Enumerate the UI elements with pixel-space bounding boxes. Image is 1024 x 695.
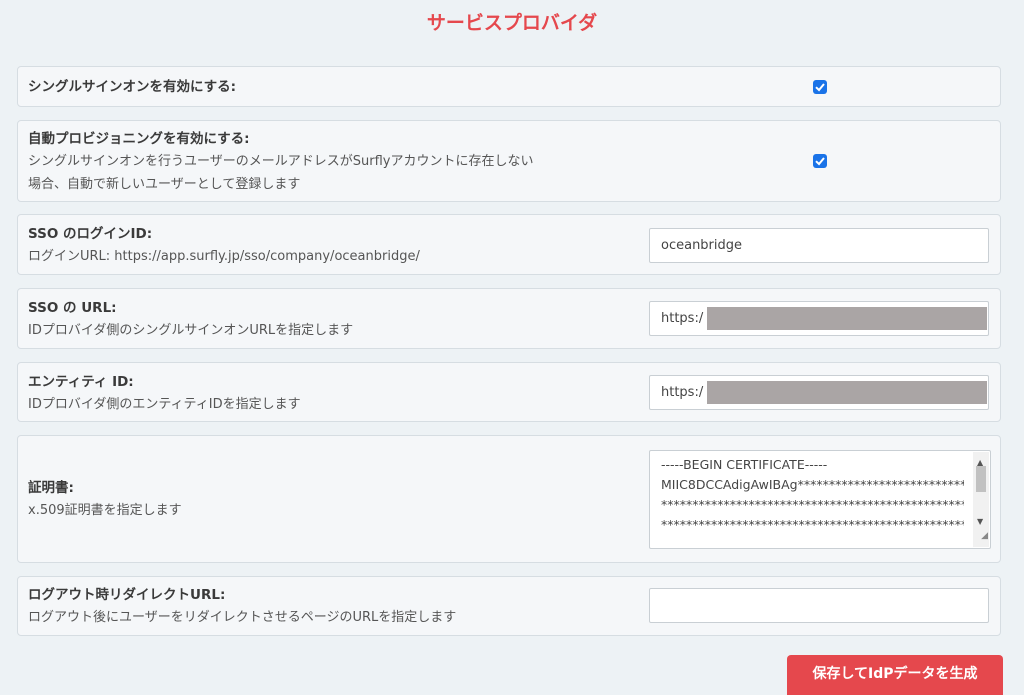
- logout-url-desc: ログアウト後にユーザーをリダイレクトさせるページのURLを指定します: [28, 610, 457, 625]
- logout-url-input[interactable]: [649, 588, 989, 623]
- sso-enable-label: シングルサインオンを有効にする:: [28, 79, 237, 95]
- certificate-line: ****************************************…: [661, 497, 964, 512]
- save-generate-idp-button[interactable]: 保存してIdPデータを生成: [787, 655, 1003, 695]
- resize-grip-icon[interactable]: ◢: [981, 526, 988, 546]
- login-id-input[interactable]: oceanbridge: [649, 228, 989, 263]
- auto-provision-checkbox[interactable]: [813, 154, 827, 168]
- check-icon: [815, 157, 825, 166]
- sso-enable-checkbox[interactable]: [813, 80, 827, 94]
- auto-provision-label: 自動プロビジョニングを有効にする:: [28, 131, 250, 147]
- certificate-desc: x.509証明書を指定します: [28, 503, 182, 518]
- redacted-block: [707, 381, 987, 404]
- certificate-line: -----BEGIN CERTIFICATE-----: [661, 457, 828, 472]
- login-id-value: oceanbridge: [661, 238, 743, 253]
- login-id-desc: ログインURL: https://app.surfly.jp/sso/compa…: [28, 249, 420, 264]
- auto-provision-row: 自動プロビジョニングを有効にする: シングルサインオンを行うユーザーのメールアド…: [17, 120, 1001, 202]
- certificate-textarea[interactable]: -----BEGIN CERTIFICATE----- MIIC8DCCAdig…: [649, 450, 991, 549]
- auto-provision-desc-1: シングルサインオンを行うユーザーのメールアドレスがSurflyアカウントに存在し…: [28, 154, 534, 169]
- sso-url-input[interactable]: https:/: [649, 301, 989, 336]
- sso-url-label: SSO の URL:: [28, 300, 117, 316]
- sso-enable-row: シングルサインオンを有効にする:: [17, 66, 1001, 107]
- sso-url-row: SSO の URL: IDプロバイダ側のシングルサインオンURLを指定します h…: [17, 288, 1001, 349]
- login-id-row: SSO のログインID: ログインURL: https://app.surfly…: [17, 214, 1001, 275]
- logout-url-row: ログアウト時リダイレクトURL: ログアウト後にユーザーをリダイレクトさせるペー…: [17, 576, 1001, 636]
- entity-id-desc: IDプロバイダ側のエンティティIDを指定します: [28, 397, 301, 412]
- entity-id-value: https:/: [661, 385, 704, 400]
- sso-url-desc: IDプロバイダ側のシングルサインオンURLを指定します: [28, 323, 354, 338]
- entity-id-label: エンティティ ID:: [28, 374, 134, 390]
- auto-provision-desc-2: 場合、自動で新しいユーザーとして登録します: [28, 177, 301, 192]
- certificate-line: MIIC8DCCAdigAwIBAg**********************…: [661, 477, 964, 492]
- login-id-label: SSO のログインID:: [28, 226, 153, 242]
- certificate-line: ****************************************…: [661, 517, 964, 532]
- sso-url-value: https:/: [661, 311, 704, 326]
- page-title: サービスプロバイダ: [426, 12, 598, 34]
- scroll-thumb[interactable]: [976, 466, 986, 492]
- certificate-label: 証明書:: [28, 480, 74, 496]
- entity-id-input[interactable]: https:/: [649, 375, 989, 410]
- redacted-block: [707, 307, 987, 330]
- certificate-row: 証明書: x.509証明書を指定します -----BEGIN CERTIFICA…: [17, 435, 1001, 563]
- logout-url-label: ログアウト時リダイレクトURL:: [28, 587, 226, 603]
- entity-id-row: エンティティ ID: IDプロバイダ側のエンティティIDを指定します https…: [17, 362, 1001, 422]
- check-icon: [815, 83, 825, 92]
